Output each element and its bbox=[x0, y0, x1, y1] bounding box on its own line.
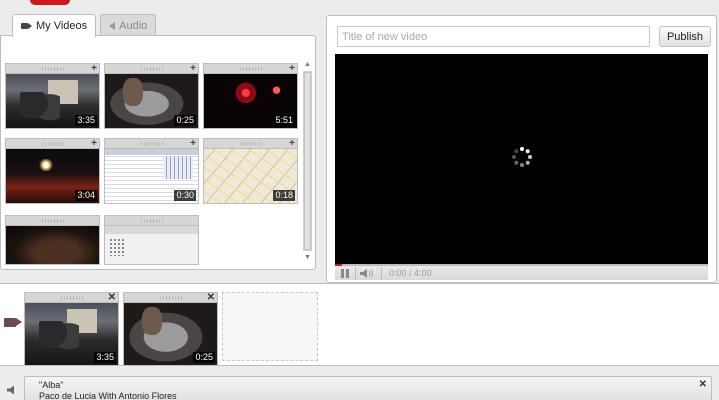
library-clip[interactable]: + 0:18 bbox=[203, 138, 298, 204]
library-clip[interactable]: + 3:04 bbox=[5, 138, 100, 204]
clip-thumbnail[interactable]: 5:51 bbox=[203, 73, 298, 129]
video-preview[interactable] bbox=[335, 54, 708, 264]
clip-drag-handle[interactable] bbox=[5, 215, 100, 225]
player-controls: 0:00 / 4:00 bbox=[335, 264, 708, 280]
clip-drag-handle[interactable]: + bbox=[104, 63, 199, 74]
preview-player-panel: Publish 0:00 / 4:00 bbox=[326, 15, 717, 283]
youtube-logo bbox=[30, 0, 70, 5]
clip-drag-handle[interactable]: ✕ bbox=[123, 292, 218, 303]
clip-drag-handle[interactable]: ✕ bbox=[24, 292, 119, 303]
clip-duration: 0:25 bbox=[193, 352, 215, 363]
timecode: 0:00 / 4:00 bbox=[389, 268, 432, 278]
audio-track-icon bbox=[7, 385, 14, 395]
speaker-icon bbox=[109, 21, 116, 30]
clip-duration: 3:35 bbox=[75, 115, 97, 126]
clip-drag-handle[interactable]: + bbox=[203, 63, 298, 74]
clip-thumbnail[interactable] bbox=[5, 225, 100, 265]
clip-drag-handle[interactable]: + bbox=[104, 138, 199, 149]
clip-thumbnail[interactable]: 0:30 bbox=[104, 148, 199, 204]
scroll-thumb[interactable] bbox=[304, 72, 311, 250]
tab-my-videos-label: My Videos bbox=[36, 20, 88, 32]
clip-drag-handle[interactable] bbox=[104, 215, 199, 225]
audio-track-artist: Paco de Lucia With Antonio Flores bbox=[39, 391, 177, 400]
video-track-icon bbox=[4, 318, 22, 327]
clip-duration: 5:51 bbox=[273, 115, 295, 126]
clip-drag-handle[interactable]: + bbox=[5, 138, 100, 149]
remove-audio-icon[interactable]: ✕ bbox=[699, 379, 707, 390]
scroll-up-icon[interactable]: ▲ bbox=[303, 60, 312, 69]
clip-duration: 0:18 bbox=[273, 190, 295, 201]
tab-audio-label: Audio bbox=[119, 19, 148, 32]
progress-bar[interactable] bbox=[335, 264, 342, 266]
clip-drop-zone[interactable] bbox=[222, 292, 318, 361]
audio-track[interactable]: "Alba" Paco de Lucia With Antonio Flores… bbox=[24, 376, 712, 400]
library-tabs: My Videos Audio bbox=[12, 14, 160, 37]
clip-drag-handle[interactable]: + bbox=[5, 63, 100, 74]
volume-icon[interactable] bbox=[359, 268, 375, 279]
publish-button[interactable]: Publish bbox=[659, 26, 711, 47]
video-title-input[interactable] bbox=[337, 26, 650, 47]
library-scrollbar[interactable]: ▲ ▼ bbox=[303, 60, 312, 270]
clip-thumbnail[interactable]: 3:04 bbox=[5, 148, 100, 204]
library-clip[interactable] bbox=[5, 215, 100, 265]
library-clip[interactable] bbox=[104, 215, 199, 265]
clip-thumbnail[interactable] bbox=[104, 225, 199, 265]
clip-duration: 0:30 bbox=[174, 190, 196, 201]
audio-track-row: "Alba" Paco de Lucia With Antonio Flores… bbox=[0, 366, 719, 400]
scroll-down-icon[interactable]: ▼ bbox=[303, 253, 312, 262]
video-camera-icon bbox=[21, 23, 32, 29]
timeline-clip[interactable]: ✕ 3:35 bbox=[24, 292, 119, 366]
clip-thumbnail[interactable]: 3:35 bbox=[5, 73, 100, 129]
clip-thumbnail[interactable]: 0:18 bbox=[203, 148, 298, 204]
library-clip[interactable]: + 3:35 bbox=[5, 63, 100, 129]
pause-icon[interactable] bbox=[341, 269, 349, 278]
clip-duration: 0:25 bbox=[174, 115, 196, 126]
clip-duration: 3:35 bbox=[94, 352, 116, 363]
loading-spinner-icon bbox=[512, 147, 532, 167]
audio-track-title: "Alba" bbox=[39, 380, 64, 390]
scroll-track[interactable] bbox=[303, 71, 312, 251]
clip-drag-handle[interactable]: + bbox=[203, 138, 298, 149]
media-library-panel: My Videos Audio + 3:35 + 0:25 + 5:51 + 3… bbox=[0, 14, 316, 270]
tab-audio[interactable]: Audio bbox=[100, 14, 157, 36]
library-clip[interactable]: + 0:30 bbox=[104, 138, 199, 204]
clip-grid: + 3:35 + 0:25 + 5:51 + 3:04 + 0:30 + 0:1… bbox=[0, 35, 316, 270]
library-clip[interactable]: + 0:25 bbox=[104, 63, 199, 129]
clip-thumbnail[interactable]: 0:25 bbox=[104, 73, 199, 129]
timeline-clip[interactable]: ✕ 0:25 bbox=[123, 292, 218, 366]
clip-thumbnail[interactable]: 3:35 bbox=[24, 302, 119, 366]
clip-thumbnail[interactable]: 0:25 bbox=[123, 302, 218, 366]
tab-my-videos[interactable]: My Videos bbox=[12, 14, 97, 37]
library-clip[interactable]: + 5:51 bbox=[203, 63, 298, 129]
storyboard-timeline: ✕ 3:35 ✕ 0:25 bbox=[0, 283, 719, 366]
clip-duration: 3:04 bbox=[75, 190, 97, 201]
